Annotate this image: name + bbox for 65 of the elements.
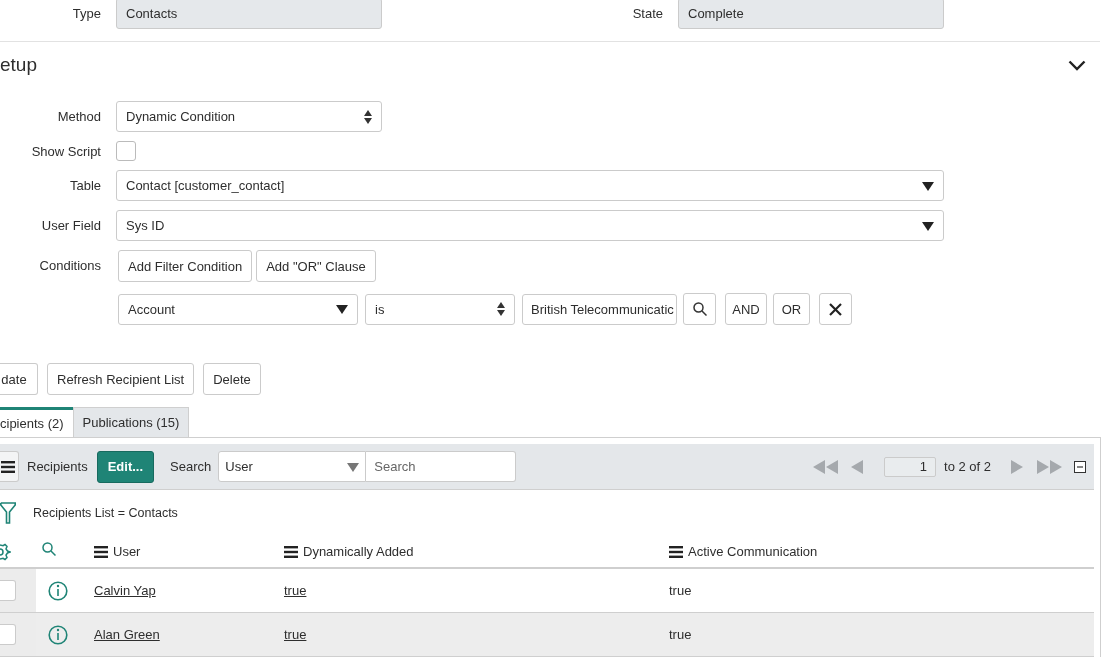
dropdown-field[interactable]: Contact [customer_contact] — [116, 170, 944, 201]
menu-icon — [94, 545, 108, 558]
edit-button[interactable]: Edit... — [96, 450, 155, 483]
field-label: Method — [56, 109, 102, 124]
list-title: Recipients — [27, 459, 88, 474]
tab[interactable]: Publications (15) — [72, 407, 190, 437]
field-label: Show Script — [30, 143, 102, 159]
caret-icon — [336, 304, 348, 314]
column-header[interactable]: User — [113, 544, 141, 559]
chevron-down-icon[interactable] — [1068, 59, 1086, 71]
action-button[interactable]: Delete — [203, 363, 261, 395]
table-cell: true — [669, 627, 692, 642]
menu-icon — [284, 545, 298, 558]
dropdown-field[interactable]: Sys ID — [116, 210, 944, 241]
caret-icon — [922, 220, 934, 231]
operator-select[interactable]: is — [365, 293, 515, 325]
caret-icon — [922, 180, 934, 191]
table-cell: true — [669, 583, 692, 598]
action-button[interactable]: Refresh Recipient List — [47, 363, 195, 395]
section-title: etup — [0, 54, 37, 76]
filter-breadcrumb[interactable]: Recipients List = Contacts — [33, 506, 178, 520]
row-checkbox[interactable] — [0, 624, 16, 645]
sort-arrows-icon — [497, 302, 505, 316]
value-link[interactable]: true — [284, 583, 307, 598]
remove-button[interactable] — [819, 293, 852, 325]
search-label: Search — [170, 459, 212, 474]
readonly-field: Contacts — [116, 0, 382, 29]
readonly-field: Complete — [678, 0, 944, 29]
and-button[interactable]: AND — [725, 293, 767, 325]
condition-button[interactable]: Add Filter Condition — [118, 250, 253, 282]
value-field[interactable]: British Telecommunicatic — [522, 293, 677, 325]
list-menu-button[interactable] — [0, 451, 19, 482]
field-label: State — [631, 6, 664, 21]
settings-icon[interactable] — [0, 541, 11, 562]
column-header[interactable]: Dynamically Added — [303, 544, 414, 559]
action-button[interactable]: date — [0, 363, 38, 395]
search-field-select[interactable]: User — [218, 451, 367, 482]
info-icon[interactable] — [48, 580, 68, 601]
search-icon — [692, 302, 707, 316]
field-select[interactable]: Account — [118, 293, 358, 325]
or-button[interactable]: OR — [773, 293, 810, 325]
value-link[interactable]: true — [284, 627, 307, 642]
collapse-icon[interactable] — [1074, 460, 1086, 473]
checkbox[interactable] — [116, 141, 136, 161]
column-header[interactable]: Active Communication — [688, 544, 818, 559]
sort-arrows-icon — [364, 109, 372, 124]
caret-icon — [347, 461, 360, 472]
menu-icon — [1, 460, 15, 473]
page-range: to 2 of 2 — [944, 459, 991, 474]
field-label: Conditions — [38, 257, 102, 273]
info-icon[interactable] — [48, 624, 68, 645]
field-label: Table — [68, 178, 102, 193]
search-input[interactable]: Search — [366, 451, 517, 482]
menu-icon — [669, 545, 683, 558]
close-icon — [829, 302, 842, 316]
field-label: User Field — [40, 218, 102, 233]
row-checkbox[interactable] — [0, 580, 16, 601]
user-link[interactable]: Calvin Yap — [94, 583, 156, 598]
condition-button[interactable]: Add "OR" Clause — [256, 250, 376, 282]
method-select[interactable]: Dynamic Condition — [116, 101, 382, 132]
user-link[interactable]: Alan Green — [94, 627, 160, 642]
lookup-button[interactable] — [683, 293, 716, 325]
field-label: Type — [71, 6, 102, 21]
page-number-field[interactable]: 1 — [884, 456, 936, 477]
filter-icon[interactable] — [0, 502, 16, 524]
